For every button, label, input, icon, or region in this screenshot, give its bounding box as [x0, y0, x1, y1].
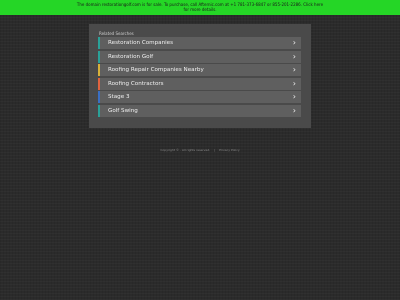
list-item[interactable]: Restoration Companies › — [98, 37, 301, 49]
list-item[interactable]: Stage 3 › — [98, 91, 301, 104]
privacy-policy-link[interactable]: Privacy Policy — [219, 148, 239, 152]
related-searches-panel: Related Searches Restoration Companies ›… — [89, 24, 311, 128]
chevron-right-icon: › — [292, 92, 296, 102]
list-item-label[interactable]: Restoration Companies — [108, 37, 173, 49]
sale-banner[interactable]: The domain restorationgolf.com is for sa… — [0, 0, 400, 15]
list-item[interactable]: Golf Swing › — [98, 104, 301, 117]
chevron-right-icon: › — [292, 78, 296, 88]
footer-separator: | — [214, 148, 216, 152]
related-searches-list: Restoration Companies › Restoration Golf… — [98, 37, 301, 119]
list-item-label[interactable]: Golf Swing — [108, 105, 138, 117]
list-item-label[interactable]: Roofing Contractors — [108, 78, 164, 90]
chevron-right-icon: › — [292, 51, 296, 61]
list-item[interactable]: Roofing Contractors › — [98, 77, 301, 90]
list-item-label[interactable]: Restoration Golf — [108, 51, 153, 63]
copyright-text: Copyright © . All rights reserved. — [160, 148, 211, 152]
chevron-right-icon: › — [292, 105, 296, 115]
banner-line-2[interactable]: for more details. — [0, 7, 400, 12]
list-item-label[interactable]: Stage 3 — [108, 91, 130, 103]
list-item[interactable]: Restoration Golf › — [98, 50, 301, 63]
panel-header: Related Searches — [99, 31, 134, 36]
list-item-label[interactable]: Roofing Repair Companies Nearby — [108, 64, 204, 76]
chevron-right-icon: › — [292, 38, 296, 47]
chevron-right-icon: › — [292, 65, 296, 75]
list-item[interactable]: Roofing Repair Companies Nearby › — [98, 64, 301, 77]
page-footer: Copyright © . All rights reserved. | Pri… — [0, 148, 400, 152]
